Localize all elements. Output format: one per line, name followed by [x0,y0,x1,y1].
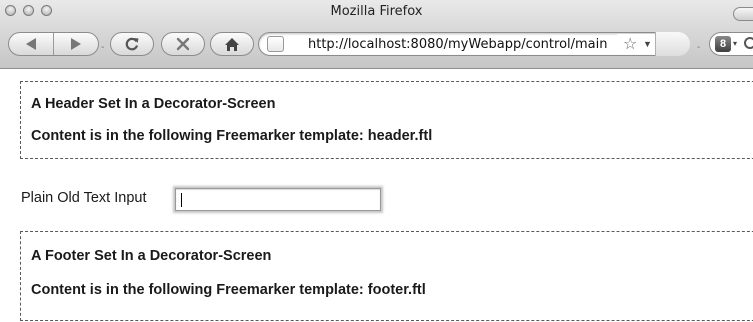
text-cursor [181,193,182,207]
plain-text-input[interactable] [175,188,381,211]
history-dropdown-icon[interactable]: ▼ [643,39,652,49]
footer-decorator: A Footer Set In a Decorator-Screen Conte… [20,231,753,321]
browser-chrome: Mozilla Firefox - http://localhost:8080/… [0,0,753,69]
search-engine-icon[interactable]: 8 [715,36,731,52]
header-template-note: Content is in the following Freemarker t… [31,128,433,144]
page-content: A Header Set In a Decorator-Screen Conte… [0,69,753,322]
home-icon [225,37,239,51]
url-text[interactable]: http://localhost:8080/myWebapp/control/m… [308,37,608,52]
browser-window: Mozilla Firefox - http://localhost:8080/… [0,0,753,322]
address-bar[interactable]: http://localhost:8080/myWebapp/control/m… [258,32,690,56]
stop-button[interactable] [161,32,205,56]
header-decorator: A Header Set In a Decorator-Screen Conte… [20,81,753,159]
home-button[interactable] [210,32,254,56]
reload-button[interactable] [110,32,154,56]
search-engine-dropdown-icon[interactable]: ▾ [733,39,737,48]
back-forward-group [8,32,99,56]
search-box[interactable]: 8 ▾ [709,32,753,56]
back-arrow-icon [26,38,36,50]
footer-title: A Footer Set In a Decorator-Screen [31,248,272,264]
window-title: Mozilla Firefox [330,4,423,19]
reload-icon [125,37,139,51]
header-title: A Header Set In a Decorator-Screen [31,96,276,112]
footer-template-note: Content is in the following Freemarker t… [31,282,426,298]
back-button[interactable] [9,33,53,55]
forward-arrow-icon [71,38,81,50]
text-input-label: Plain Old Text Input [21,190,147,206]
search-icon[interactable] [741,35,753,53]
toolbar-toggle-button[interactable] [733,7,753,21]
go-button[interactable] [655,32,690,56]
stop-icon [176,37,190,51]
page-icon[interactable] [267,36,284,52]
forward-button[interactable] [54,33,98,55]
bookmark-star-icon[interactable]: ☆ [623,34,637,54]
